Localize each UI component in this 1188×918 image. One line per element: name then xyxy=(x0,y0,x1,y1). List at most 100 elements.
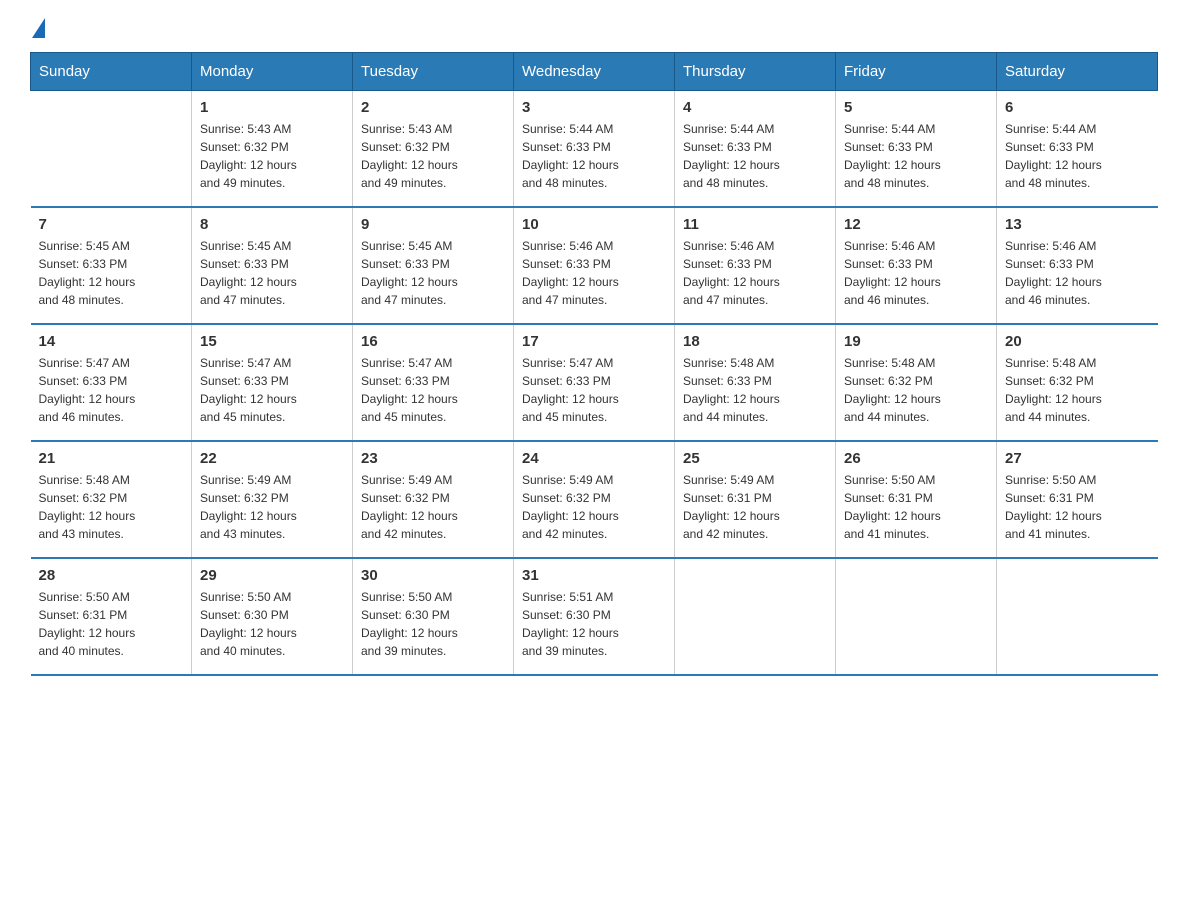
logo xyxy=(30,20,45,32)
day-number: 31 xyxy=(522,567,666,584)
weekday-header-monday: Monday xyxy=(192,53,353,91)
calendar-cell: 11 Sunrise: 5:46 AM Sunset: 6:33 PM Dayli… xyxy=(675,207,836,324)
calendar-week-row: 21 Sunrise: 5:48 AM Sunset: 6:32 PM Dayli… xyxy=(31,441,1158,558)
weekday-header-tuesday: Tuesday xyxy=(353,53,514,91)
calendar-cell: 31 Sunrise: 5:51 AM Sunset: 6:30 PM Dayli… xyxy=(514,558,675,675)
day-number: 15 xyxy=(200,333,344,350)
day-info: Sunrise: 5:44 AM Sunset: 6:33 PM Dayligh… xyxy=(683,120,827,192)
day-info: Sunrise: 5:45 AM Sunset: 6:33 PM Dayligh… xyxy=(39,237,184,309)
calendar-week-row: 14 Sunrise: 5:47 AM Sunset: 6:33 PM Dayli… xyxy=(31,324,1158,441)
calendar-cell: 14 Sunrise: 5:47 AM Sunset: 6:33 PM Dayli… xyxy=(31,324,192,441)
calendar-cell: 17 Sunrise: 5:47 AM Sunset: 6:33 PM Dayli… xyxy=(514,324,675,441)
day-number: 23 xyxy=(361,450,505,467)
day-number: 29 xyxy=(200,567,344,584)
day-info: Sunrise: 5:48 AM Sunset: 6:32 PM Dayligh… xyxy=(39,471,184,543)
day-number: 18 xyxy=(683,333,827,350)
calendar-cell: 26 Sunrise: 5:50 AM Sunset: 6:31 PM Dayli… xyxy=(836,441,997,558)
day-info: Sunrise: 5:50 AM Sunset: 6:31 PM Dayligh… xyxy=(844,471,988,543)
day-number: 5 xyxy=(844,99,988,116)
weekday-header-thursday: Thursday xyxy=(675,53,836,91)
day-info: Sunrise: 5:43 AM Sunset: 6:32 PM Dayligh… xyxy=(361,120,505,192)
day-number: 1 xyxy=(200,99,344,116)
day-info: Sunrise: 5:49 AM Sunset: 6:32 PM Dayligh… xyxy=(200,471,344,543)
calendar-table: SundayMondayTuesdayWednesdayThursdayFrid… xyxy=(30,52,1158,676)
calendar-cell: 3 Sunrise: 5:44 AM Sunset: 6:33 PM Daylig… xyxy=(514,91,675,208)
day-number: 25 xyxy=(683,450,827,467)
day-info: Sunrise: 5:50 AM Sunset: 6:31 PM Dayligh… xyxy=(1005,471,1150,543)
day-number: 30 xyxy=(361,567,505,584)
day-number: 8 xyxy=(200,216,344,233)
calendar-cell: 19Sunrise: 5:48 AM Sunset: 6:32 PM Dayli… xyxy=(836,324,997,441)
calendar-cell: 28Sunrise: 5:50 AM Sunset: 6:31 PM Dayli… xyxy=(31,558,192,675)
day-number: 3 xyxy=(522,99,666,116)
day-number: 4 xyxy=(683,99,827,116)
day-number: 7 xyxy=(39,216,184,233)
day-info: Sunrise: 5:46 AM Sunset: 6:33 PM Dayligh… xyxy=(1005,237,1150,309)
calendar-cell xyxy=(31,91,192,208)
calendar-cell: 18 Sunrise: 5:48 AM Sunset: 6:33 PM Dayli… xyxy=(675,324,836,441)
weekday-header-saturday: Saturday xyxy=(997,53,1158,91)
calendar-cell: 2 Sunrise: 5:43 AM Sunset: 6:32 PM Daylig… xyxy=(353,91,514,208)
day-info: Sunrise: 5:47 AM Sunset: 6:33 PM Dayligh… xyxy=(522,354,666,426)
day-number: 2 xyxy=(361,99,505,116)
calendar-week-row: 7 Sunrise: 5:45 AM Sunset: 6:33 PM Daylig… xyxy=(31,207,1158,324)
day-info: Sunrise: 5:50 AM Sunset: 6:31 PM Dayligh… xyxy=(39,588,184,660)
day-info: Sunrise: 5:46 AM Sunset: 6:33 PM Dayligh… xyxy=(522,237,666,309)
calendar-cell: 16 Sunrise: 5:47 AM Sunset: 6:33 PM Dayli… xyxy=(353,324,514,441)
day-info: Sunrise: 5:47 AM Sunset: 6:33 PM Dayligh… xyxy=(361,354,505,426)
day-number: 9 xyxy=(361,216,505,233)
day-number: 26 xyxy=(844,450,988,467)
calendar-cell: 8 Sunrise: 5:45 AM Sunset: 6:33 PM Daylig… xyxy=(192,207,353,324)
calendar-cell: 25 Sunrise: 5:49 AM Sunset: 6:31 PM Dayli… xyxy=(675,441,836,558)
day-info: Sunrise: 5:49 AM Sunset: 6:32 PM Dayligh… xyxy=(522,471,666,543)
day-info: Sunrise: 5:48 AM Sunset: 6:32 PM Dayligh… xyxy=(1005,354,1150,426)
day-info: Sunrise: 5:48 AM Sunset: 6:33 PM Dayligh… xyxy=(683,354,827,426)
calendar-cell: 7 Sunrise: 5:45 AM Sunset: 6:33 PM Daylig… xyxy=(31,207,192,324)
calendar-cell: 20 Sunrise: 5:48 AM Sunset: 6:32 PM Dayli… xyxy=(997,324,1158,441)
day-number: 11 xyxy=(683,216,827,233)
calendar-cell: 6Sunrise: 5:44 AM Sunset: 6:33 PM Daylig… xyxy=(997,91,1158,208)
calendar-cell xyxy=(997,558,1158,675)
day-number: 12 xyxy=(844,216,988,233)
calendar-week-row: 28Sunrise: 5:50 AM Sunset: 6:31 PM Dayli… xyxy=(31,558,1158,675)
day-number: 17 xyxy=(522,333,666,350)
calendar-cell: 23 Sunrise: 5:49 AM Sunset: 6:32 PM Dayli… xyxy=(353,441,514,558)
day-number: 6 xyxy=(1005,99,1150,116)
calendar-cell xyxy=(675,558,836,675)
calendar-cell xyxy=(836,558,997,675)
day-info: Sunrise: 5:46 AM Sunset: 6:33 PM Dayligh… xyxy=(844,237,988,309)
calendar-week-row: 1 Sunrise: 5:43 AM Sunset: 6:32 PM Daylig… xyxy=(31,91,1158,208)
calendar-cell: 13 Sunrise: 5:46 AM Sunset: 6:33 PM Dayli… xyxy=(997,207,1158,324)
day-info: Sunrise: 5:50 AM Sunset: 6:30 PM Dayligh… xyxy=(361,588,505,660)
day-info: Sunrise: 5:49 AM Sunset: 6:32 PM Dayligh… xyxy=(361,471,505,543)
day-info: Sunrise: 5:43 AM Sunset: 6:32 PM Dayligh… xyxy=(200,120,344,192)
page-header xyxy=(30,20,1158,32)
day-info: Sunrise: 5:47 AM Sunset: 6:33 PM Dayligh… xyxy=(39,354,184,426)
day-number: 20 xyxy=(1005,333,1150,350)
calendar-cell: 27 Sunrise: 5:50 AM Sunset: 6:31 PM Dayli… xyxy=(997,441,1158,558)
day-info: Sunrise: 5:44 AM Sunset: 6:33 PM Dayligh… xyxy=(844,120,988,192)
day-number: 13 xyxy=(1005,216,1150,233)
day-number: 14 xyxy=(39,333,184,350)
day-number: 16 xyxy=(361,333,505,350)
calendar-cell: 30 Sunrise: 5:50 AM Sunset: 6:30 PM Dayli… xyxy=(353,558,514,675)
day-info: Sunrise: 5:45 AM Sunset: 6:33 PM Dayligh… xyxy=(361,237,505,309)
day-info: Sunrise: 5:51 AM Sunset: 6:30 PM Dayligh… xyxy=(522,588,666,660)
day-info: Sunrise: 5:44 AM Sunset: 6:33 PM Dayligh… xyxy=(522,120,666,192)
weekday-header-wednesday: Wednesday xyxy=(514,53,675,91)
weekday-header-friday: Friday xyxy=(836,53,997,91)
day-info: Sunrise: 5:50 AM Sunset: 6:30 PM Dayligh… xyxy=(200,588,344,660)
day-info: Sunrise: 5:47 AM Sunset: 6:33 PM Dayligh… xyxy=(200,354,344,426)
weekday-header-row: SundayMondayTuesdayWednesdayThursdayFrid… xyxy=(31,53,1158,91)
day-info: Sunrise: 5:49 AM Sunset: 6:31 PM Dayligh… xyxy=(683,471,827,543)
calendar-cell: 12 Sunrise: 5:46 AM Sunset: 6:33 PM Dayli… xyxy=(836,207,997,324)
day-number: 22 xyxy=(200,450,344,467)
calendar-cell: 9 Sunrise: 5:45 AM Sunset: 6:33 PM Daylig… xyxy=(353,207,514,324)
day-info: Sunrise: 5:46 AM Sunset: 6:33 PM Dayligh… xyxy=(683,237,827,309)
calendar-cell: 15 Sunrise: 5:47 AM Sunset: 6:33 PM Dayli… xyxy=(192,324,353,441)
day-number: 24 xyxy=(522,450,666,467)
day-number: 27 xyxy=(1005,450,1150,467)
calendar-cell: 4 Sunrise: 5:44 AM Sunset: 6:33 PM Daylig… xyxy=(675,91,836,208)
day-number: 21 xyxy=(39,450,184,467)
day-info: Sunrise: 5:45 AM Sunset: 6:33 PM Dayligh… xyxy=(200,237,344,309)
